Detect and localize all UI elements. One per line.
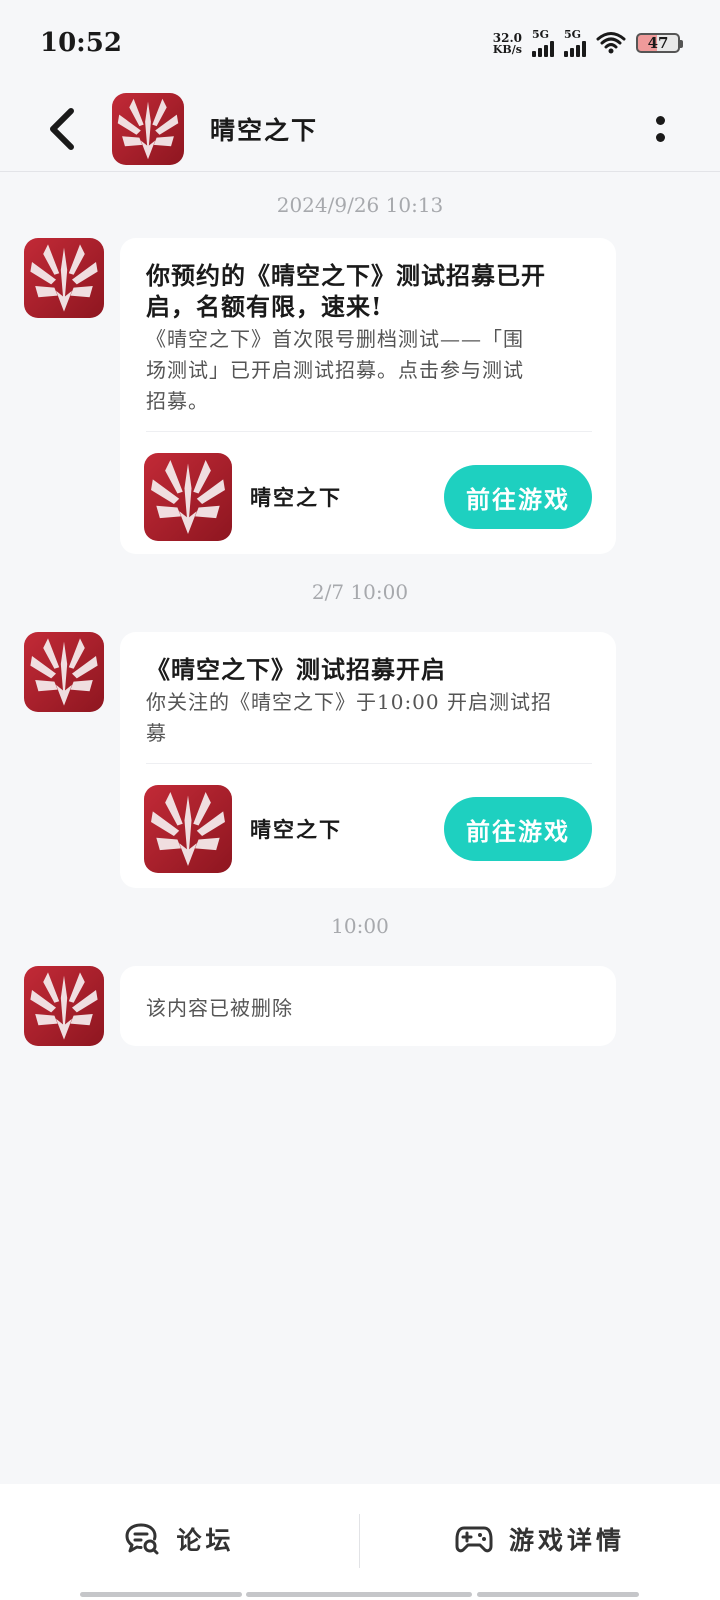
game-logo	[112, 93, 184, 165]
deleted-message-text: 该内容已被删除	[146, 995, 293, 1020]
back-button[interactable]	[32, 99, 92, 159]
chat-header: 晴空之下	[0, 86, 720, 172]
nav-indicator	[477, 1592, 639, 1597]
message-title: 你预约的《晴空之下》测试招募已开 启，名额有限，速来!	[146, 261, 546, 321]
game-logo	[24, 632, 104, 712]
game-row[interactable]: 晴空之下 前往游戏	[146, 432, 592, 562]
game-logo	[24, 966, 104, 1046]
chevron-left-icon	[50, 107, 74, 150]
message-body: 《晴空之下》首次限号删档测试——「围 场测试」已开启测试招募。点击参与测试 招募…	[146, 327, 524, 413]
more-button[interactable]	[640, 104, 680, 154]
game-row[interactable]: 晴空之下 前往游戏	[146, 764, 592, 894]
more-vertical-icon	[655, 115, 665, 125]
tab-game-details[interactable]: 游戏详情	[360, 1484, 720, 1594]
battery-icon: 47	[636, 33, 683, 53]
battery-level: 47	[647, 34, 669, 52]
network-speed-unit: KB/s	[492, 42, 522, 56]
network-speed-value: 32.0	[492, 30, 522, 45]
go-to-game-button[interactable]: 前往游戏	[444, 797, 592, 861]
signal-icon: 5G	[564, 29, 586, 57]
message-timestamp: 2/7 10:00	[311, 580, 409, 604]
message-timestamp: 10:00	[331, 914, 389, 938]
sim1-label: 5G	[532, 28, 550, 41]
wifi-icon	[596, 32, 626, 54]
avatar[interactable]	[24, 238, 104, 318]
sim2-label: 5G	[564, 28, 582, 41]
gamepad-icon	[455, 1526, 493, 1553]
status-bar: 10:52 32.0 KB/s 5G 5G 47	[0, 0, 720, 86]
page-title: 晴空之下	[210, 115, 319, 145]
game-logo	[144, 785, 232, 873]
message-title: 《晴空之下》测试招募开启	[146, 655, 446, 684]
tab-forum-label: 论坛	[176, 1526, 235, 1555]
avatar[interactable]	[24, 632, 104, 712]
game-name: 晴空之下	[250, 817, 342, 842]
message-timestamp: 2024/9/26 10:13	[276, 193, 444, 217]
network-speed: 32.0 KB/s	[493, 32, 522, 55]
avatar[interactable]	[112, 93, 184, 165]
message-card[interactable]: 你预约的《晴空之下》测试招募已开 启，名额有限，速来! 《晴空之下》首次限号删档…	[120, 238, 616, 554]
tab-game-details-label: 游戏详情	[508, 1526, 625, 1555]
go-to-game-button[interactable]: 前往游戏	[444, 465, 592, 529]
game-logo	[24, 238, 104, 318]
status-icons: 32.0 KB/s 5G 5G 47	[493, 29, 683, 57]
game-icon[interactable]	[144, 785, 232, 873]
signal-icon: 5G	[532, 29, 554, 57]
nav-indicator	[80, 1592, 242, 1597]
bottom-bar: 论坛 游戏详情	[0, 1484, 720, 1600]
avatar[interactable]	[24, 966, 104, 1046]
message-card[interactable]: 《晴空之下》测试招募开启 你关注的《晴空之下》于10:00 开启测试招 募 晴空…	[120, 632, 616, 888]
game-icon[interactable]	[144, 453, 232, 541]
message-body: 你关注的《晴空之下》于10:00 开启测试招 募	[146, 690, 552, 745]
nav-indicator	[246, 1592, 472, 1597]
game-logo	[144, 453, 232, 541]
forum-chat-icon	[125, 1523, 159, 1555]
game-name: 晴空之下	[250, 485, 342, 510]
status-time: 10:52	[40, 28, 122, 58]
tab-forum[interactable]: 论坛	[0, 1484, 359, 1594]
message-card[interactable]: 该内容已被删除	[120, 966, 616, 1046]
